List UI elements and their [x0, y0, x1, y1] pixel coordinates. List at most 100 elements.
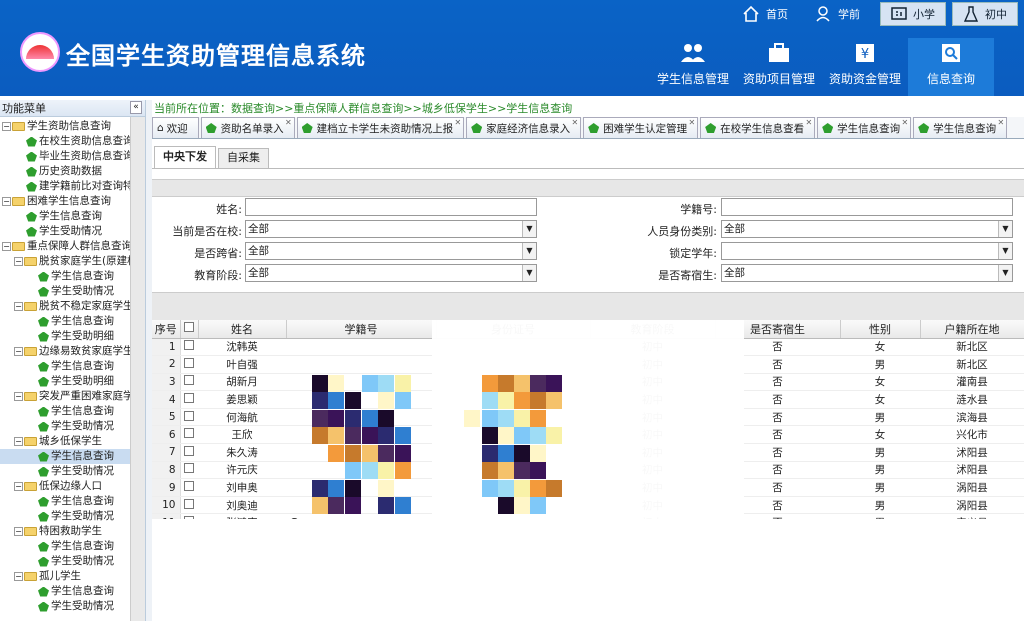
tab-item[interactable]: 学生信息查询 ✕ — [913, 117, 1008, 138]
select-all-checkbox[interactable] — [184, 322, 194, 333]
lockyear-select[interactable]: ▼ — [721, 242, 1013, 260]
sidebar-item[interactable]: − 边缘易致贫家庭学生 — [0, 344, 145, 359]
nav-student-info[interactable]: 学生信息管理 — [650, 38, 736, 96]
tab-item[interactable]: ⌂ 欢迎 — [152, 117, 199, 138]
column-header[interactable] — [180, 320, 199, 339]
nav-project-mgmt[interactable]: 资助项目管理 — [736, 38, 822, 96]
row-checkbox[interactable] — [184, 340, 195, 351]
close-icon[interactable]: ✕ — [997, 118, 1004, 127]
sidebar-item[interactable]: 毕业生资助信息查询 — [0, 149, 145, 164]
home-link[interactable]: 首页 — [736, 1, 794, 27]
column-header[interactable]: 户籍所在地 — [920, 320, 1024, 339]
collapse-toggle-icon[interactable]: − — [14, 437, 23, 446]
row-checkbox[interactable] — [184, 516, 195, 519]
sidebar-item[interactable]: 学生信息查询 — [0, 359, 145, 374]
tab-item[interactable]: 困难学生认定管理 ✕ — [583, 117, 699, 138]
row-checkbox[interactable] — [184, 410, 195, 421]
sidebar-item[interactable]: 学生受助情况 — [0, 599, 145, 614]
crossprov-select[interactable]: 全部 ▼ — [245, 242, 537, 260]
identity-select[interactable]: 全部 ▼ — [721, 220, 1013, 238]
close-icon[interactable]: ✕ — [571, 118, 578, 127]
sidebar-item[interactable]: − 脱贫不稳定家庭学生 — [0, 299, 145, 314]
collapse-toggle-icon[interactable]: − — [2, 122, 11, 131]
sidebar-item[interactable]: − 城乡低保学生 — [0, 434, 145, 449]
column-header[interactable]: 序号 — [152, 320, 181, 339]
collapse-toggle-icon[interactable]: − — [14, 302, 23, 311]
collapse-toggle-icon[interactable]: − — [14, 572, 23, 581]
sidebar-item[interactable]: 学生受助情况 — [0, 224, 145, 239]
sidebar-item[interactable]: − 学生资助信息查询 — [0, 119, 145, 134]
sidebar-item[interactable]: 学生受助情况 — [0, 509, 145, 524]
sidebar-item[interactable]: − 突发严重困难家庭学 — [0, 389, 145, 404]
sidebar-item[interactable]: 学生受助情况 — [0, 284, 145, 299]
sidebar-item[interactable]: 学生受助明细 — [0, 374, 145, 389]
column-header[interactable]: 学籍号 — [286, 320, 437, 339]
sidebar-item[interactable]: 学生信息查询 — [0, 209, 145, 224]
subtab-self-collected[interactable]: 自采集 — [218, 148, 269, 168]
sidebar-item[interactable]: − 特困救助学生 — [0, 524, 145, 539]
close-icon[interactable]: ✕ — [454, 118, 461, 127]
tab-item[interactable]: 资助名单录入 ✕ — [200, 117, 295, 138]
junior-school-link[interactable]: 初中 — [952, 2, 1018, 26]
row-checkbox[interactable] — [184, 357, 195, 368]
collapse-toggle-icon[interactable]: − — [14, 482, 23, 491]
close-icon[interactable]: ✕ — [688, 118, 695, 127]
sidebar-item[interactable]: − 孤儿学生 — [0, 569, 145, 584]
sidebar-scrollbar[interactable] — [130, 117, 145, 621]
collapse-sidebar-button[interactable]: « — [130, 101, 142, 114]
row-checkbox[interactable] — [184, 463, 195, 474]
cell-no: 10 — [152, 496, 181, 515]
sidebar-item[interactable]: 学生信息查询 — [0, 539, 145, 554]
column-header[interactable]: 姓名 — [198, 320, 287, 339]
row-checkbox[interactable] — [184, 393, 195, 404]
sidebar-item[interactable]: 学生受助情况 — [0, 464, 145, 479]
subtab-central[interactable]: 中央下发 — [154, 146, 216, 168]
close-icon[interactable]: ✕ — [805, 118, 812, 127]
row-select-cell — [180, 373, 198, 392]
row-checkbox[interactable] — [184, 375, 195, 386]
nav-fund-mgmt[interactable]: ¥ 资助资金管理 — [822, 38, 908, 96]
row-checkbox[interactable] — [184, 498, 195, 509]
sidebar-item[interactable]: 学生受助情况 — [0, 554, 145, 569]
collapse-toggle-icon[interactable]: − — [2, 242, 11, 251]
tab-item[interactable]: 在校学生信息查看 ✕ — [700, 117, 816, 138]
collapse-toggle-icon[interactable]: − — [14, 347, 23, 356]
collapse-toggle-icon[interactable]: − — [14, 257, 23, 266]
inschool-select[interactable]: 全部 ▼ — [245, 220, 537, 238]
sidebar-item[interactable]: − 重点保障人群信息查询 — [0, 239, 145, 254]
sidebar-item[interactable]: 学生信息查询 — [0, 449, 145, 464]
boarding-select[interactable]: 全部 ▼ — [721, 264, 1013, 282]
preschool-link[interactable]: 学前 — [808, 1, 866, 27]
close-icon[interactable]: ✕ — [901, 118, 908, 127]
row-checkbox[interactable] — [184, 428, 195, 439]
stage-select[interactable]: 全部 ▼ — [245, 264, 537, 282]
sidebar-item[interactable]: 学生信息查询 — [0, 269, 145, 284]
row-checkbox[interactable] — [184, 445, 195, 456]
sidebar-item[interactable]: 学生信息查询 — [0, 314, 145, 329]
collapse-toggle-icon[interactable]: − — [14, 527, 23, 536]
sidebar-item[interactable]: − 低保边缘人口 — [0, 479, 145, 494]
sidebar-item[interactable]: 学生受助明细 — [0, 329, 145, 344]
sidebar-item[interactable]: 学生受助情况 — [0, 419, 145, 434]
nav-statistics[interactable]: 统计 — [994, 38, 1024, 96]
sidebar-item[interactable]: 在校生资助信息查询 — [0, 134, 145, 149]
xjh-input[interactable] — [721, 198, 1013, 216]
row-checkbox[interactable] — [184, 481, 195, 492]
column-header[interactable]: 性别 — [840, 320, 921, 339]
sidebar-item[interactable]: 学生信息查询 — [0, 404, 145, 419]
close-icon[interactable]: ✕ — [285, 118, 292, 127]
collapse-toggle-icon[interactable]: − — [2, 197, 11, 206]
tab-item[interactable]: 学生信息查询 ✕ — [817, 117, 912, 138]
name-input[interactable] — [245, 198, 537, 216]
tab-item[interactable]: 家庭经济信息录入 ✕ — [466, 117, 582, 138]
sidebar-item[interactable]: − 困难学生信息查询 — [0, 194, 145, 209]
primary-school-link[interactable]: 小学 — [880, 2, 946, 26]
sidebar-item[interactable]: 学生信息查询 — [0, 584, 145, 599]
tab-item[interactable]: 建档立卡学生未资助情况上报 ✕ — [296, 117, 465, 138]
sidebar-item[interactable]: 学生信息查询 — [0, 494, 145, 509]
sidebar-item[interactable]: 历史资助数据 — [0, 164, 145, 179]
sidebar-item[interactable]: 建学籍前比对查询特 — [0, 179, 145, 194]
collapse-toggle-icon[interactable]: − — [14, 392, 23, 401]
sidebar-item[interactable]: − 脱贫家庭学生(原建档 — [0, 254, 145, 269]
nav-info-query[interactable]: 信息查询 — [908, 38, 994, 96]
